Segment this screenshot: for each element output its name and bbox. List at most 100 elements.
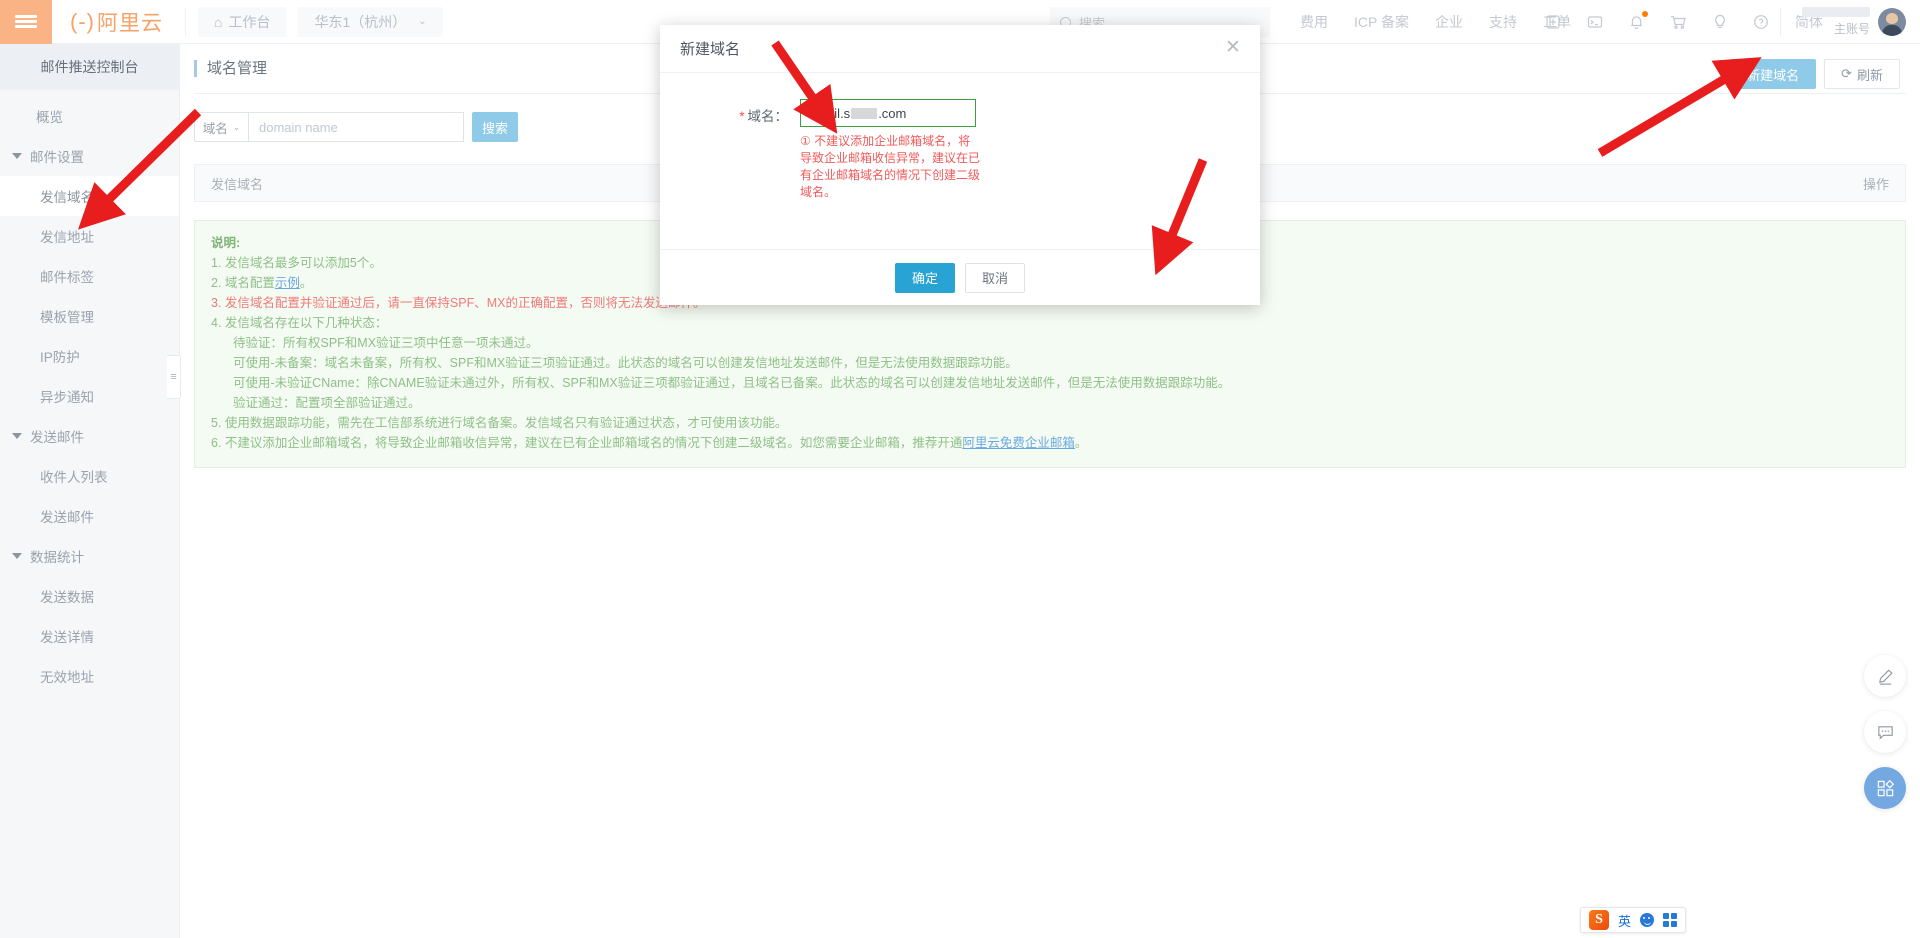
shell-icon[interactable] [1545, 14, 1561, 30]
triangle-down-icon [12, 553, 22, 559]
notification-badge [1642, 11, 1648, 17]
home-icon: ⌂ [213, 13, 223, 30]
domain-label-text: 域名： [747, 109, 789, 124]
domain-error-message: ① 不建议添加企业邮箱域名，将导致企业邮箱收信异常，建议在已有企业邮箱域名的情况… [800, 134, 981, 199]
logo-mark-icon: (-) [70, 8, 95, 34]
chevron-down-icon: ⌄ [418, 16, 427, 27]
required-asterisk: * [739, 109, 745, 124]
bell-icon[interactable] [1629, 11, 1648, 30]
ime-mode-toggle[interactable]: 英 [1618, 911, 1631, 930]
workbench-link[interactable]: ⌂ 工作台 [197, 6, 287, 37]
sidebar-item-overview[interactable]: 概览 [0, 96, 179, 136]
sidebar-item-send-detail[interactable]: 发送详情 [0, 616, 179, 656]
sidebar-group-send-mail[interactable]: 发送邮件 [0, 416, 179, 456]
sidebar-item-invalid-address[interactable]: 无效地址 [0, 656, 179, 696]
floating-action-rail [1864, 655, 1906, 809]
top-nav-links: 费用 ICP 备案 企业 支持 工单 [1300, 0, 1571, 44]
notice-heading: 说明: [211, 236, 241, 250]
hamburger-menu-icon[interactable] [0, 0, 52, 44]
sidebar-item-label: 发送邮件 [40, 510, 94, 525]
close-icon[interactable]: ✕ [1222, 38, 1244, 60]
notice-line-2-text: 2. 域名配置 [211, 276, 275, 290]
confirm-button[interactable]: 确定 [894, 262, 955, 293]
sidebar-item-label: 收件人列表 [40, 470, 108, 485]
aliyun-free-mail-link[interactable]: 阿里云免费企业邮箱 [962, 436, 1075, 450]
sidebar-item-send-mail[interactable]: 发送邮件 [0, 496, 179, 536]
domain-search-input[interactable] [248, 112, 464, 142]
search-button[interactable]: 搜索 [472, 112, 518, 142]
cancel-button[interactable]: 取消 [965, 262, 1026, 293]
sogou-logo-icon[interactable]: S [1589, 910, 1609, 930]
domain-name-input[interactable]: email.s .com [800, 99, 976, 127]
dialog-footer: 确定 取消 [660, 249, 1260, 305]
ime-apps-icon[interactable] [1663, 913, 1678, 927]
notice-state-pending: 待验证：所有权SPF和MX验证三项中任意一项未通过。 [233, 336, 539, 350]
apps-icon[interactable] [1864, 767, 1906, 809]
refresh-icon: ⟳ [1841, 66, 1852, 81]
account-area[interactable]: 主账号 [1802, 0, 1906, 44]
sidebar-item-label: 异步通知 [40, 390, 94, 405]
notice-state-usable-cname: 可使用-未验证CName：除CNAME验证未通过外，所有权、SPF和MX验证三项… [233, 376, 1231, 390]
topbar-divider [184, 7, 186, 36]
notice-line-2-tail: 。 [299, 276, 313, 290]
account-name-masked [1802, 7, 1870, 17]
sidebar-menu: 概览 邮件设置 发信域名 发信地址 邮件标签 模板管理 IP防护 异步通知 发送… [0, 90, 179, 696]
workbench-label: 工作台 [228, 13, 271, 30]
sidebar-item-label: 邮件设置 [30, 150, 84, 165]
sidebar-item-async-notification[interactable]: 异步通知 [0, 376, 179, 416]
nav-link-fees[interactable]: 费用 [1300, 12, 1328, 32]
domain-value-masked [851, 107, 878, 119]
sidebar-collapse-toggle[interactable]: ≡ [167, 355, 181, 399]
emoji-icon[interactable] [1640, 913, 1655, 927]
refresh-label: 刷新 [1856, 67, 1883, 83]
sidebar-item-mail-tag[interactable]: 邮件标签 [0, 256, 179, 296]
nav-link-icp[interactable]: ICP 备案 [1354, 12, 1409, 32]
sidebar-item-label: 发送邮件 [30, 430, 84, 445]
sidebar-item-template-management[interactable]: 模板管理 [0, 296, 179, 336]
filter-type-select[interactable]: 域名 ⌄ [194, 112, 248, 142]
help-icon[interactable] [1753, 14, 1769, 30]
aliyun-logo[interactable]: (-) 阿里云 [70, 7, 163, 37]
domain-field-label: * 域名： [680, 99, 800, 125]
example-link[interactable]: 示例 [275, 276, 300, 290]
column-header-action: 操作 [1862, 176, 1889, 192]
sidebar-item-label: 邮件标签 [40, 270, 94, 285]
notice-line-4: 4. 发信域名存在以下几种状态： [211, 316, 388, 330]
sidebar-item-label: IP防护 [40, 350, 80, 365]
nav-link-enterprise[interactable]: 企业 [1435, 12, 1463, 32]
pencil-icon[interactable] [1864, 655, 1906, 697]
notice-state-verified: 验证通过：配置项全部验证通过。 [233, 396, 421, 410]
sidebar-item-label: 发信域名 [40, 190, 94, 205]
sidebar-group-statistics[interactable]: 数据统计 [0, 536, 179, 576]
cart-icon[interactable] [1670, 14, 1687, 30]
sidebar-item-label: 发送数据 [40, 590, 94, 605]
region-selector[interactable]: 华东1（杭州） ⌄ [298, 6, 443, 37]
avatar[interactable] [1878, 8, 1906, 36]
sidebar-item-sending-address[interactable]: 发信地址 [0, 216, 179, 256]
sidebar-item-label: 无效地址 [40, 670, 94, 685]
bulb-icon[interactable] [1713, 14, 1727, 30]
top-icon-group: 简体 [1545, 0, 1823, 44]
logo-text: 阿里云 [96, 11, 163, 35]
filter-type-label: 域名 [202, 121, 228, 136]
refresh-button[interactable]: ⟳ 刷新 [1824, 59, 1900, 89]
sidebar-item-recipient-list[interactable]: 收件人列表 [0, 456, 179, 496]
sidebar-item-send-data[interactable]: 发送数据 [0, 576, 179, 616]
console-title: 邮件推送控制台 [0, 44, 179, 90]
sidebar-group-mail-settings[interactable]: 邮件设置 [0, 136, 179, 176]
region-label: 华东1（杭州） [314, 13, 407, 30]
dialog-header: 新建域名 ✕ [660, 25, 1260, 73]
domain-value-suffix: .com [878, 105, 907, 121]
domain-form-row: * 域名： email.s .com ① 不建议添加企业邮箱域名，将导致企业邮箱收信… [680, 99, 1240, 201]
account-type-label: 主账号 [1833, 22, 1870, 36]
feedback-icon[interactable] [1864, 711, 1906, 753]
triangle-down-icon [12, 433, 22, 439]
sidebar-item-sending-domain[interactable]: 发信域名 [0, 176, 179, 216]
sidebar-item-ip-protection[interactable]: IP防护 [0, 336, 179, 376]
sidebar: 邮件推送控制台 概览 邮件设置 发信域名 发信地址 邮件标签 模板管理 IP防护… [0, 44, 180, 938]
sidebar-item-label: 发信地址 [40, 230, 94, 245]
nav-link-support[interactable]: 支持 [1489, 12, 1517, 32]
domain-value-prefix: email.s [809, 105, 851, 121]
new-domain-button[interactable]: 新建域名 [1730, 59, 1817, 89]
terminal-icon[interactable] [1587, 14, 1603, 30]
